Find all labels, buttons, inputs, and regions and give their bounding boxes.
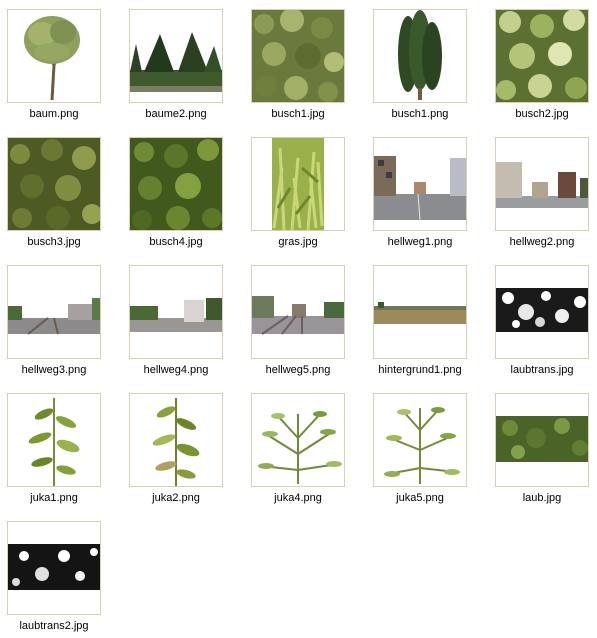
bush-texture-light-image <box>496 10 588 102</box>
street-wide-image <box>130 266 222 358</box>
thumbnail[interactable] <box>129 9 223 103</box>
file-item-juka2[interactable]: juka2.png <box>123 384 233 506</box>
file-item-juka1[interactable]: juka1.png <box>1 384 111 506</box>
file-item-busch2[interactable]: busch2.jpg <box>489 0 597 122</box>
file-item-juka4[interactable]: juka4.png <box>245 384 355 506</box>
thumbnail[interactable] <box>373 393 467 487</box>
file-name: laubtrans2.jpg <box>19 620 89 632</box>
thumbnail[interactable] <box>251 265 345 359</box>
file-item-baume2[interactable]: baume2.png <box>123 0 233 122</box>
thumbnail[interactable] <box>373 9 467 103</box>
tree-image <box>8 10 100 102</box>
file-name: hellweg4.png <box>143 364 209 376</box>
cypress-image <box>374 10 466 102</box>
file-name: juka2.png <box>152 492 200 504</box>
street-image <box>496 138 588 230</box>
thumbnail[interactable] <box>251 137 345 231</box>
bush-texture-image <box>252 10 344 102</box>
street-image <box>374 138 466 230</box>
thumbnail[interactable] <box>495 393 589 487</box>
file-name: gras.jpg <box>278 236 318 248</box>
file-item-hellweg3[interactable]: hellweg3.png <box>1 256 111 378</box>
grass-image <box>252 138 344 230</box>
file-item-busch1-png[interactable]: busch1.png <box>367 0 477 122</box>
file-name: busch2.jpg <box>515 108 569 120</box>
thumbnail[interactable] <box>7 9 101 103</box>
file-item-busch4[interactable]: busch4.jpg <box>123 128 233 250</box>
file-name: juka4.png <box>274 492 322 504</box>
file-name: laub.jpg <box>522 492 562 504</box>
mask-image <box>8 522 100 614</box>
file-name: busch1.jpg <box>271 108 325 120</box>
plant-tall-image <box>8 394 100 486</box>
bush-texture-dark-image <box>8 138 100 230</box>
thumbnail[interactable] <box>495 137 589 231</box>
file-item-hellweg5[interactable]: hellweg5.png <box>245 256 355 378</box>
thumbnail[interactable] <box>7 521 101 615</box>
file-item-hellweg2[interactable]: hellweg2.png <box>489 128 597 250</box>
file-item-laubtrans[interactable]: laubtrans.jpg <box>489 256 597 378</box>
plant-wide-image <box>374 394 466 486</box>
foliage-strip-image <box>496 394 588 486</box>
street-wide-image <box>8 266 100 358</box>
file-name: busch3.jpg <box>27 236 81 248</box>
thumbnail[interactable] <box>7 265 101 359</box>
file-item-laub[interactable]: laub.jpg <box>489 384 597 506</box>
file-name: juka5.png <box>396 492 444 504</box>
file-item-gras[interactable]: gras.jpg <box>245 128 355 250</box>
file-item-baum[interactable]: baum.png <box>1 0 111 122</box>
thumbnail[interactable] <box>7 137 101 231</box>
file-item-busch3[interactable]: busch3.jpg <box>1 128 111 250</box>
thumbnail[interactable] <box>251 393 345 487</box>
thumbnail[interactable] <box>129 137 223 231</box>
field-image <box>374 266 466 358</box>
plant-wide-image <box>252 394 344 486</box>
thumbnail[interactable] <box>373 137 467 231</box>
file-item-hellweg4[interactable]: hellweg4.png <box>123 256 233 378</box>
file-name: hellweg3.png <box>21 364 87 376</box>
file-name: hintergrund1.png <box>378 364 462 376</box>
file-name: busch1.png <box>391 108 449 120</box>
file-name: hellweg5.png <box>265 364 331 376</box>
trees-row-image <box>130 10 222 102</box>
file-item-hintergrund1[interactable]: hintergrund1.png <box>367 256 477 378</box>
thumbnail[interactable] <box>251 9 345 103</box>
file-name: juka1.png <box>30 492 78 504</box>
file-name: baum.png <box>29 108 79 120</box>
file-name: laubtrans.jpg <box>510 364 574 376</box>
thumbnail[interactable] <box>7 393 101 487</box>
file-item-busch1-jpg[interactable]: busch1.jpg <box>245 0 355 122</box>
file-name: hellweg2.png <box>509 236 575 248</box>
street-wide-image <box>252 266 344 358</box>
thumbnail[interactable] <box>495 9 589 103</box>
file-name: baume2.png <box>145 108 207 120</box>
thumbnail[interactable] <box>373 265 467 359</box>
file-item-hellweg1[interactable]: hellweg1.png <box>367 128 477 250</box>
plant-tall-image <box>130 394 222 486</box>
file-name: busch4.jpg <box>149 236 203 248</box>
thumbnail[interactable] <box>129 393 223 487</box>
file-name: hellweg1.png <box>387 236 453 248</box>
bush-texture-green-image <box>130 138 222 230</box>
thumbnail[interactable] <box>129 265 223 359</box>
file-thumbnail-grid: baum.png baume2.png busch1.jpg busch1.pn… <box>0 0 597 638</box>
thumbnail[interactable] <box>495 265 589 359</box>
file-item-juka5[interactable]: juka5.png <box>367 384 477 506</box>
mask-image <box>496 266 588 358</box>
file-item-laubtrans2[interactable]: laubtrans2.jpg <box>1 512 111 634</box>
